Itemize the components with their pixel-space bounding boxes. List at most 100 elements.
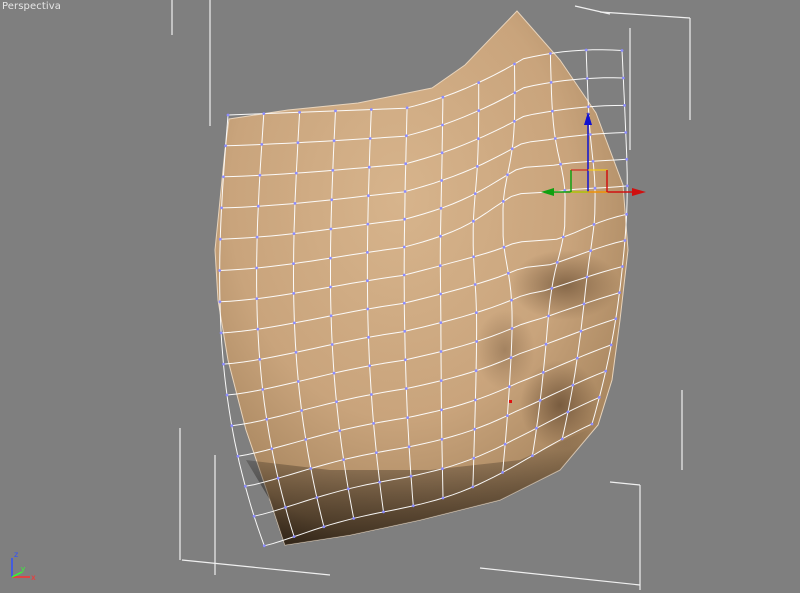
- mesh-vertex: [342, 458, 345, 461]
- mesh-vertex: [304, 438, 308, 441]
- mesh-vertex: [621, 76, 625, 80]
- mesh-vertex: [477, 109, 481, 113]
- mesh-vertex: [366, 307, 370, 311]
- mesh-vertex: [330, 198, 334, 202]
- mesh-vertex: [329, 256, 332, 260]
- mesh-vertex: [560, 437, 564, 441]
- mesh-vertex: [331, 168, 335, 172]
- mesh-vertex: [582, 302, 586, 306]
- mesh-vertex: [218, 300, 222, 304]
- mesh-vertex: [292, 262, 295, 265]
- mesh-vertex: [441, 496, 445, 500]
- mesh-vertex: [510, 147, 514, 151]
- mesh-vertex: [309, 467, 313, 470]
- mesh-vertex: [621, 265, 624, 268]
- mesh-vertex: [439, 350, 443, 353]
- mesh-vertex: [535, 426, 538, 430]
- mesh-vertex: [261, 388, 265, 391]
- mesh-vertex: [541, 371, 545, 374]
- mesh-vertex: [368, 137, 372, 140]
- mesh-vertex: [265, 417, 269, 421]
- mesh-vertex: [585, 77, 589, 80]
- mesh-vertex: [441, 95, 445, 99]
- mesh-vertex: [256, 327, 260, 331]
- mesh-vertex: [372, 422, 375, 425]
- axis-tripod: z x y: [11, 550, 36, 582]
- mesh-vertex: [474, 369, 478, 373]
- mesh-vertex: [367, 194, 370, 198]
- mesh-vertex: [406, 416, 409, 419]
- tripod-z-label: z: [14, 550, 18, 559]
- mesh-vertex: [405, 106, 409, 110]
- mesh-vertex: [262, 544, 266, 548]
- mesh-vertex: [620, 49, 624, 52]
- mesh-vertex: [409, 474, 413, 478]
- mesh-vertex: [477, 81, 481, 84]
- mesh-vertex: [370, 393, 373, 396]
- mesh-vertex: [439, 292, 442, 296]
- mesh-vertex: [501, 200, 505, 203]
- mesh-vertex: [440, 408, 443, 412]
- perspective-viewport[interactable]: Perspectiva z z x y: [0, 0, 800, 593]
- mesh-vertex: [593, 186, 597, 190]
- mesh-vertex: [335, 400, 338, 404]
- viewport-scene[interactable]: z z x y: [0, 0, 800, 593]
- tripod-x-label: x: [31, 573, 36, 582]
- mesh-vertex: [551, 109, 554, 113]
- mesh-vertex: [550, 287, 554, 290]
- mesh-vertex: [411, 504, 415, 508]
- mesh-vertex: [218, 269, 222, 272]
- mesh-vertex: [329, 314, 333, 318]
- mesh-vertex: [222, 362, 225, 366]
- mesh-vertex: [407, 445, 411, 449]
- mesh-vertex: [501, 471, 504, 474]
- mesh-vertex: [219, 331, 223, 335]
- mesh-vertex: [475, 165, 479, 168]
- mesh-vertex: [378, 480, 381, 484]
- mesh-vertex: [584, 48, 588, 52]
- gizmo-z-glyph: z: [586, 111, 590, 120]
- mesh-vertex: [571, 383, 575, 387]
- surface-indent-upper: [510, 250, 620, 320]
- mesh-vertex: [298, 110, 301, 114]
- mesh-vertex: [575, 356, 579, 360]
- mesh-vertex: [507, 271, 510, 275]
- mesh-vertex: [624, 131, 628, 134]
- mesh-vertex: [474, 398, 477, 402]
- mesh-vertex: [623, 239, 627, 242]
- mesh-vertex: [402, 245, 406, 249]
- mesh-vertex: [597, 396, 601, 399]
- mesh-vertex: [332, 139, 336, 143]
- mesh-vertex: [255, 297, 259, 300]
- mesh-vertex: [588, 133, 592, 136]
- mesh-vertex: [218, 237, 222, 241]
- mesh-vertex: [404, 387, 408, 390]
- mesh-vertex: [441, 123, 444, 127]
- mesh-vertex: [403, 190, 407, 193]
- mesh-vertex: [538, 399, 542, 402]
- mesh-vertex: [513, 91, 517, 95]
- mesh-vertex: [549, 52, 552, 55]
- mesh-vertex: [322, 525, 326, 529]
- mesh-vertex: [369, 108, 373, 111]
- mesh-vertex: [367, 335, 370, 339]
- mesh-vertex: [440, 437, 444, 441]
- mesh-vertex: [375, 451, 378, 454]
- mesh-vertex: [591, 159, 595, 163]
- mesh-vertex: [334, 109, 337, 113]
- mesh-vertex: [330, 343, 334, 346]
- mesh-vertex: [276, 476, 280, 480]
- mesh-vertex: [555, 261, 559, 264]
- mesh-vertex: [508, 385, 511, 389]
- mesh-vertex: [252, 514, 256, 518]
- mesh-vertex: [403, 329, 407, 333]
- mesh-vertex: [510, 327, 514, 330]
- mesh-vertex: [604, 369, 608, 373]
- mesh-vertex: [510, 298, 513, 302]
- mesh-vertex: [441, 467, 444, 471]
- mesh-vertex: [366, 222, 370, 226]
- gizmo-x-arrow-icon: [632, 188, 646, 196]
- mesh-vertex: [338, 429, 342, 432]
- mesh-vertex: [589, 249, 592, 253]
- mesh-vertex: [258, 173, 262, 177]
